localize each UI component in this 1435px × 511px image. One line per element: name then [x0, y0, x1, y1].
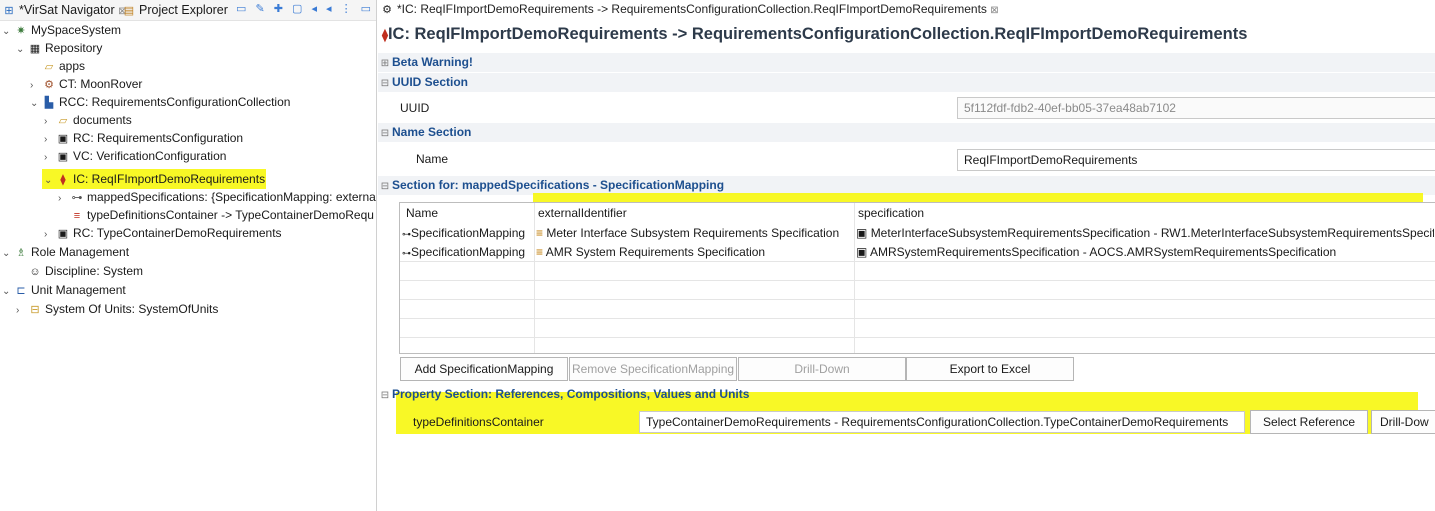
navigator-icon: ⊞ [4, 5, 14, 17]
column-header-externalidentifier[interactable]: externalIdentifier [538, 204, 627, 222]
chevron-down-icon[interactable]: ⌄ [44, 172, 56, 190]
folder-icon: ▱ [44, 61, 54, 73]
tree-item-role-management[interactable]: ⌄ ♗ Role Management [2, 243, 129, 261]
table-row-name[interactable]: ⊶SpecificationMapping [402, 243, 534, 261]
chevron-right-icon[interactable]: › [44, 149, 56, 167]
chevron-right-icon[interactable]: › [58, 190, 70, 208]
unit-icon: ⊟ [30, 304, 40, 316]
collapse-icon[interactable]: ⊟ [378, 177, 392, 196]
expand-icon[interactable]: ⊞ [378, 54, 392, 73]
chevron-down-icon[interactable]: ⌄ [2, 283, 14, 301]
configuration-icon: ▣ [57, 133, 69, 145]
configuration-icon: ▣ [57, 151, 69, 163]
repository-icon: ▦ [29, 43, 41, 55]
tree-item-documents[interactable]: › ▱ documents [44, 111, 132, 129]
section-beta-warning[interactable]: ⊞ Beta Warning! [378, 53, 1435, 72]
tree-item-rc-requirementsconfiguration[interactable]: › ▣ RC: RequirementsConfiguration [44, 129, 243, 147]
reference-icon: ≡ [73, 210, 81, 222]
role-icon: ♗ [16, 247, 26, 259]
name-label: Name [416, 152, 449, 166]
chevron-down-icon[interactable]: ⌄ [30, 95, 42, 113]
collapse-icon[interactable]: ⊟ [378, 74, 392, 93]
table-row-spec[interactable]: ▣ MeterInterfaceSubsystemRequirementsSpe… [856, 224, 1434, 242]
chevron-down-icon[interactable]: ⌄ [2, 23, 14, 41]
chevron-right-icon[interactable]: › [44, 226, 56, 244]
remove-specificationmapping-button[interactable]: Remove SpecificationMapping [569, 357, 737, 381]
configuration-icon: ▣ [57, 228, 69, 240]
typedefinitionscontainer-label: typeDefinitionsContainer [413, 415, 544, 429]
table-row-spec[interactable]: ▣ AMRSystemRequirementsSpecification - A… [856, 243, 1434, 261]
collapse-icon[interactable]: ⊟ [378, 386, 392, 405]
requirement-icon: ⧫ [60, 174, 66, 186]
navigator-pane: ⊞ *VirSat Navigator ⊠ ▤ Project Explorer ▭… [0, 0, 376, 511]
add-specificationmapping-button[interactable]: Add SpecificationMapping [400, 357, 568, 381]
tab-virsat-navigator[interactable]: ⊞ *VirSat Navigator ⊠ [2, 3, 126, 17]
section-uuid[interactable]: ⊟ UUID Section [378, 73, 1435, 92]
close-icon[interactable]: ⊠ [990, 5, 998, 16]
editor-tab[interactable]: ⚙ *IC: ReqIFImportDemoRequirements -> Req… [380, 2, 999, 16]
column-header-name[interactable]: Name [406, 204, 438, 222]
toolbar-icons[interactable]: ▭ ✎ ✚ ▢ ◂ ◂ ⋮ ▭ ▢ [236, 2, 376, 15]
spec-icon: ▣ [856, 245, 868, 259]
drill-down-reference-button[interactable]: Drill-Dow [1371, 410, 1435, 434]
table-row-external[interactable]: ≡ AMR System Requirements Specification [536, 243, 854, 261]
folder-icon: ▱ [58, 115, 68, 127]
tree-item-rcc[interactable]: ⌄ ▙ RCC: RequirementsConfigurationCollecti… [30, 93, 290, 111]
tree-item-discipline-system[interactable]: ☺ Discipline: System [28, 262, 143, 280]
mapping-icon: ⊶ [402, 248, 411, 258]
section-name[interactable]: ⊟ Name Section [378, 123, 1435, 142]
spec-icon: ▣ [856, 226, 868, 240]
select-reference-button[interactable]: Select Reference [1250, 410, 1368, 434]
tree-item-vc-verificationconfiguration[interactable]: › ▣ VC: VerificationConfiguration [44, 147, 226, 165]
table-row-name[interactable]: ⊶SpecificationMapping [402, 224, 534, 242]
requirement-list-icon: ≡ [536, 245, 544, 259]
page-title: ⧫IC: ReqIFImportDemoRequirements -> Requ… [382, 25, 1248, 43]
tree-item-repository[interactable]: ⌄ ▦ Repository [16, 39, 102, 57]
collection-icon: ▙ [44, 97, 54, 109]
uuid-label: UUID [400, 101, 430, 115]
uuid-field[interactable]: 5f112fdf-fdb2-40ef-bb05-37ea48ab7102 [957, 97, 1435, 119]
tree-item-mappedspecifications[interactable]: › ⊶ mappedSpecifications: {SpecificationMa… [58, 188, 376, 206]
mapping-icon: ⊶ [402, 229, 411, 239]
editor-pane: ⚙ *IC: ReqIFImportDemoRequirements -> Req… [378, 0, 1435, 511]
tree-item-unit-management[interactable]: ⌄ ⊏ Unit Management [2, 281, 126, 299]
chevron-right-icon[interactable]: › [16, 302, 28, 320]
drill-down-button[interactable]: Drill-Down [738, 357, 906, 381]
tree-item-apps[interactable]: ▱ apps [42, 57, 85, 75]
table-row-external[interactable]: ≡ Meter Interface Subsystem Requirements… [536, 224, 854, 242]
tree-item-rc-typecontainer[interactable]: › ▣ RC: TypeContainerDemoRequirements [44, 224, 282, 242]
requirement-list-icon: ≡ [536, 226, 544, 240]
chevron-down-icon[interactable]: ⌄ [2, 245, 14, 263]
pane-separator[interactable] [376, 0, 377, 511]
name-field[interactable]: ReqIFImportDemoRequirements [957, 149, 1435, 171]
tree-item-system-of-units[interactable]: › ⊟ System Of Units: SystemOfUnits [16, 300, 218, 318]
tree-item-ct-moonrover[interactable]: › ⚙ CT: MoonRover [30, 75, 142, 93]
tab-project-explorer[interactable]: ▤ Project Explorer [122, 3, 228, 17]
export-to-excel-button[interactable]: Export to Excel [906, 357, 1074, 381]
mapping-table: Name externalIdentifier specification ⊶S… [399, 202, 1435, 354]
unit-icon: ⊏ [16, 285, 26, 297]
tree-item-myspacesystem[interactable]: ⌄ ✷ MySpaceSystem [2, 21, 121, 39]
mapping-icon: ⊶ [71, 192, 83, 204]
column-header-specification[interactable]: specification [858, 204, 924, 222]
explorer-icon: ▤ [123, 5, 135, 17]
collapse-icon[interactable]: ⊟ [378, 124, 392, 143]
discipline-icon: ☺ [29, 266, 41, 278]
section-property[interactable]: ⊟ Property Section: References, Compositi… [378, 385, 1435, 404]
reference-field[interactable]: TypeContainerDemoRequirements - Requirem… [639, 411, 1245, 433]
chevron-down-icon[interactable]: ⌄ [16, 41, 28, 59]
system-icon: ✷ [16, 25, 26, 37]
concept-icon: ⚙ [44, 79, 54, 91]
tree-item-ic-reqifimport[interactable]: ⌄ ⧫ IC: ReqIFImportDemoRequirements [44, 170, 265, 188]
navigator-tabbar: ⊞ *VirSat Navigator ⊠ ▤ Project Explorer ▭… [0, 0, 376, 21]
editor-icon: ⚙ [382, 4, 392, 16]
tree-item-typedefinitionscontainer[interactable]: ≡ typeDefinitionsContainer -> TypeContain… [70, 206, 374, 224]
